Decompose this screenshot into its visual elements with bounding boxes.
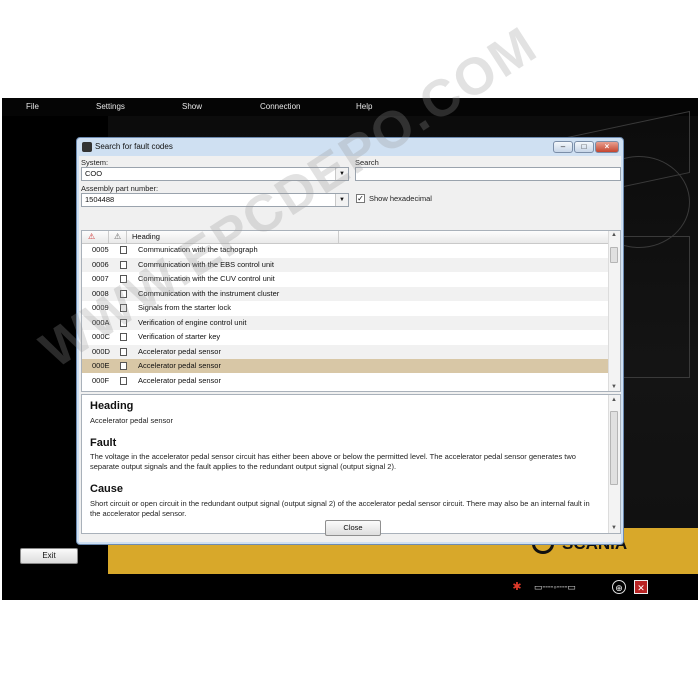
fault-code: 0005 (92, 245, 109, 254)
fault-heading: Accelerator pedal sensor (138, 361, 221, 370)
table-row[interactable]: 000A Verification of engine control unit (82, 315, 610, 330)
computer-connection-icon[interactable]: ▭╌╌◦╌╌▭ (534, 580, 604, 594)
warning-icon[interactable]: ⚠ (88, 232, 95, 241)
scroll-up-icon[interactable]: ▲ (609, 397, 619, 403)
detail-fault-title: Fault (90, 437, 117, 449)
heading-column-header[interactable]: Heading (132, 232, 160, 241)
sort-icon[interactable]: ⚠ (114, 232, 121, 241)
scroll-thumb[interactable] (610, 247, 618, 263)
fault-heading: Accelerator pedal sensor (138, 375, 221, 385)
scroll-down-icon[interactable]: ▼ (609, 384, 619, 390)
dialog-client: System: COO ▼ Assembly part number: 1504… (79, 156, 621, 542)
table-row[interactable]: 000C Verification of starter key (82, 330, 610, 344)
status-bar: ✱ ▭╌╌◦╌╌▭ ⊕ ✕ (2, 574, 698, 600)
document-icon (120, 246, 127, 254)
fault-heading: Accelerator pedal sensor (138, 346, 221, 356)
minimize-button[interactable]: – (553, 141, 573, 153)
document-icon (120, 376, 127, 385)
exit-button[interactable]: Exit (20, 548, 78, 564)
detail-cause-title: Cause (90, 483, 124, 495)
fault-code-dialog: Search for fault codes – □ × System: COO… (76, 137, 624, 545)
close-red-icon[interactable]: ✕ (634, 580, 648, 594)
system-label: System: (81, 158, 109, 167)
scroll-thumb[interactable] (610, 411, 618, 485)
assembly-value: 1504488 (85, 195, 115, 204)
close-button[interactable]: Close (325, 520, 381, 536)
dialog-app-icon (82, 142, 92, 152)
table-row-selected[interactable]: 000E Accelerator pedal sensor (82, 359, 610, 373)
detail-heading-text: Accelerator pedal sensor (90, 416, 173, 425)
system-value: COO (85, 169, 103, 178)
table-row[interactable]: 000D Accelerator pedal sensor (82, 344, 610, 359)
menu-connection[interactable]: Connection (260, 102, 300, 111)
search-input[interactable] (355, 167, 621, 181)
fault-detail-panel: Heading Accelerator pedal sensor Fault T… (81, 394, 621, 534)
document-icon (120, 362, 127, 370)
detail-scrollbar[interactable]: ▲ ▼ (608, 395, 620, 533)
fault-code: 0006 (92, 259, 109, 269)
detail-heading-title: Heading (90, 400, 134, 412)
menu-show[interactable]: Show (182, 102, 202, 111)
fault-heading: Verification of starter key (138, 332, 221, 341)
scroll-down-icon[interactable]: ▼ (609, 525, 619, 531)
fault-code: 000F (92, 375, 110, 385)
maximize-button[interactable]: □ (574, 141, 594, 153)
assembly-label: Assembly part number: (81, 184, 159, 193)
diagnostic-tool-icon[interactable]: ✱ (510, 580, 524, 594)
detail-cause-text: Short circuit or open circuit in the red… (90, 499, 590, 518)
show-hex-checkbox[interactable]: ✓ (356, 194, 365, 203)
table-scrollbar[interactable]: ▲ ▼ (608, 231, 620, 391)
fault-code: 000E (92, 361, 110, 370)
dialog-title: Search for fault codes (95, 142, 173, 151)
menu-bar: File Settings Show Connection Help (2, 98, 698, 116)
document-icon (120, 347, 127, 356)
close-window-button[interactable]: × (595, 141, 619, 153)
detail-fault-text: The voltage in the accelerator pedal sen… (90, 452, 576, 471)
network-globe-icon[interactable]: ⊕ (612, 580, 626, 594)
table-row[interactable]: 000F Accelerator pedal sensor (82, 374, 610, 388)
menu-settings[interactable]: Settings (96, 102, 125, 111)
menu-file[interactable]: File (26, 102, 39, 111)
show-hex-label: Show hexadecimal (369, 194, 432, 203)
scroll-up-icon[interactable]: ▲ (609, 232, 619, 238)
